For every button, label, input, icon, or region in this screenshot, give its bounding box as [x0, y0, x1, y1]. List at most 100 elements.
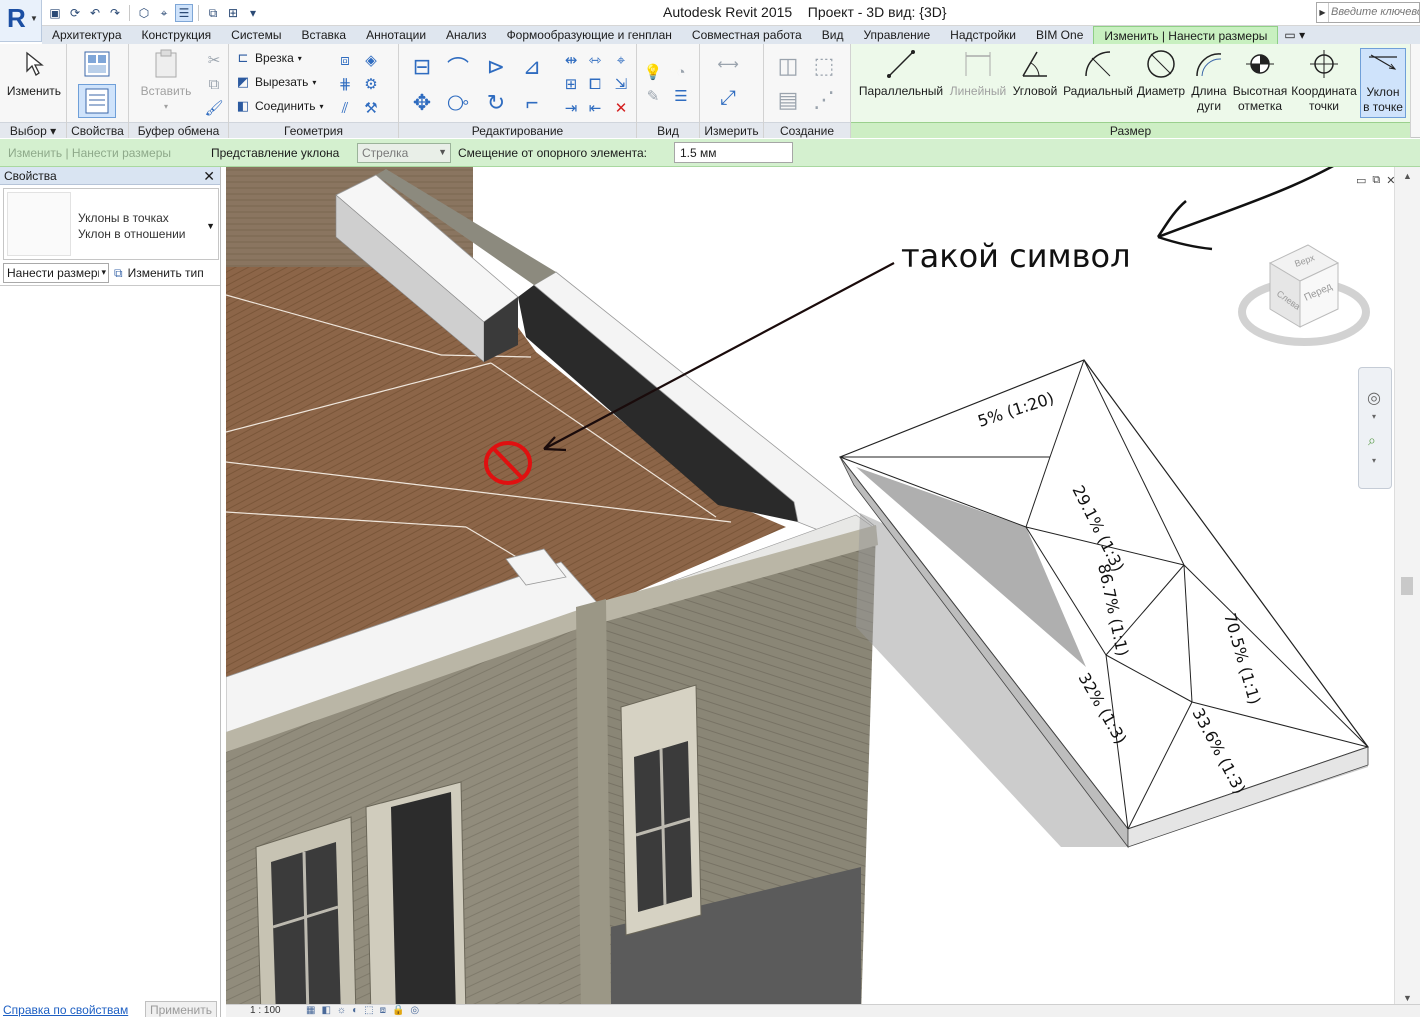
radial-dim-button[interactable]: Радиальный: [1063, 48, 1133, 99]
copy-icon[interactable]: ⧉: [204, 74, 224, 94]
match-properties-icon[interactable]: 🖌: [204, 98, 224, 118]
copy-element-icon[interactable]: ⧂: [443, 88, 473, 118]
paint-icon[interactable]: ◈: [361, 50, 381, 70]
scale-icon[interactable]: ⧠: [585, 74, 605, 94]
mirror-axis-icon[interactable]: ⊳: [481, 52, 511, 82]
redo-icon[interactable]: ↷: [106, 4, 124, 22]
close-hidden-icon[interactable]: ⧉: [204, 4, 222, 22]
tab-annotate[interactable]: Аннотации: [356, 26, 436, 44]
steering-wheel-icon[interactable]: ◎: [1367, 388, 1381, 408]
cope-button[interactable]: ⊏ Врезка ▾: [235, 50, 302, 66]
view-scale[interactable]: 1 : 100: [250, 1005, 281, 1016]
scissors-icon[interactable]: ✂: [204, 50, 224, 70]
thin-lines-icon[interactable]: ☰: [175, 4, 193, 22]
chevron-down-icon[interactable]: ▾: [1372, 412, 1376, 421]
shadows-icon[interactable]: ◐: [352, 1005, 358, 1016]
crop-icon[interactable]: ⧈: [380, 1005, 386, 1016]
measure-between-icon[interactable]: ⟷: [708, 54, 748, 74]
scroll-down-icon[interactable]: ▼: [1403, 993, 1412, 1003]
scroll-up-icon[interactable]: ▲: [1403, 171, 1412, 181]
aligned-dimension-icon[interactable]: ⤢: [708, 87, 748, 109]
join-button[interactable]: ◧ Соединить ▾: [235, 98, 324, 114]
sun-path-icon[interactable]: ☼: [337, 1005, 346, 1016]
properties-button[interactable]: [78, 84, 116, 118]
tab-collaborate[interactable]: Совместная работа: [682, 26, 812, 44]
minimize-icon[interactable]: ▭: [1356, 174, 1366, 187]
create-assembly-icon[interactable]: ⋰: [810, 86, 838, 114]
tab-analyze[interactable]: Анализ: [436, 26, 497, 44]
spot-elevation-button[interactable]: Высотная отметка: [1231, 48, 1289, 114]
type-selector[interactable]: Уклоны в точках Уклон в отношении ▼: [3, 188, 219, 260]
unpin-icon[interactable]: ⌖: [611, 50, 631, 70]
tab-bim-one[interactable]: BIM One: [1026, 26, 1093, 44]
search-input[interactable]: [1331, 4, 1419, 20]
offset-input[interactable]: 1.5 мм: [674, 142, 793, 163]
detail-level-icon[interactable]: ▦: [306, 1005, 315, 1016]
select-panel-title[interactable]: Выбор ▾: [0, 122, 66, 138]
split-face-icon[interactable]: ⋕: [335, 74, 355, 94]
3d-scene[interactable]: 5% (1:20) 29.1% (1:3) 86.7% (1:1) 70.5% …: [226, 167, 1420, 1017]
offset-icon[interactable]: ⌒: [443, 52, 473, 82]
move-icon[interactable]: ✥: [407, 88, 437, 118]
diameter-dim-button[interactable]: Диаметр: [1135, 48, 1187, 99]
close-icon[interactable]: ✕: [203, 167, 215, 185]
delete-icon[interactable]: ✕: [611, 98, 631, 118]
3d-viewport[interactable]: 5% (1:20) 29.1% (1:3) 86.7% (1:1) 70.5% …: [226, 167, 1420, 1017]
application-menu-button[interactable]: R ▼: [0, 0, 42, 42]
scrollbar-thumb[interactable]: [1401, 577, 1413, 595]
viewcube[interactable]: Верх Слева Перед: [1238, 244, 1370, 346]
arc-length-dim-button[interactable]: Длина дуги: [1187, 48, 1231, 114]
zoom-icon[interactable]: ⌕: [1368, 432, 1376, 449]
lock-icon[interactable]: 🔒: [392, 1005, 404, 1016]
align-icon[interactable]: ⊟: [407, 52, 437, 82]
spot-coordinate-button[interactable]: Координата точки: [1291, 48, 1357, 114]
override-graphics-icon[interactable]: ☰: [671, 86, 691, 106]
tab-systems[interactable]: Системы: [221, 26, 291, 44]
sync-icon[interactable]: ⟳: [66, 4, 84, 22]
render-icon[interactable]: ⬚: [364, 1005, 373, 1016]
array-icon[interactable]: ⊞: [561, 74, 581, 94]
aligned-dim-button[interactable]: Параллельный: [855, 48, 947, 99]
tab-manage[interactable]: Управление: [853, 26, 940, 44]
visibility-icon[interactable]: ◔: [671, 62, 691, 82]
measure-icon[interactable]: ⌖: [155, 4, 173, 22]
pin-icon[interactable]: ⇲: [611, 74, 631, 94]
properties-help-link[interactable]: Справка по свойствам: [3, 1003, 128, 1017]
rotate-icon[interactable]: ↻: [481, 88, 511, 118]
vertical-scrollbar[interactable]: ▲ ▼: [1394, 167, 1420, 1017]
hammer-icon[interactable]: ⚒: [361, 98, 381, 118]
expand-arrow-icon[interactable]: ▶: [1317, 3, 1329, 22]
tab-view[interactable]: Вид: [812, 26, 854, 44]
temporary-hide-icon[interactable]: ◎: [410, 1005, 419, 1016]
wall-joins-icon[interactable]: ⧈: [335, 50, 355, 70]
trim-extend-icon[interactable]: ⌐: [517, 88, 547, 118]
demolish-icon[interactable]: ⚙: [361, 74, 381, 94]
visual-style-icon[interactable]: ◧: [321, 1005, 330, 1016]
create-parts-icon[interactable]: ▤: [774, 86, 802, 114]
modify-button[interactable]: Изменить: [4, 48, 64, 99]
chevron-down-icon[interactable]: ▾: [1372, 456, 1376, 465]
ribbon-minimize-icon[interactable]: ▭ ▾: [1278, 26, 1311, 44]
edit-type-button[interactable]: ⧉ Изменить тип: [114, 263, 204, 283]
customize-qat-icon[interactable]: ▾: [244, 4, 262, 22]
linework-icon[interactable]: ✎: [643, 86, 663, 106]
save-icon[interactable]: ▣: [46, 4, 64, 22]
linear-dim-button[interactable]: Линейный: [949, 48, 1007, 99]
paste-button[interactable]: Вставить ▾: [135, 48, 197, 114]
tab-addins[interactable]: Надстройки: [940, 26, 1026, 44]
apply-button[interactable]: Применить: [145, 1001, 217, 1017]
tab-modify-dimension[interactable]: Изменить | Нанести размеры: [1093, 26, 1279, 44]
3d-view-icon[interactable]: ⬡: [135, 4, 153, 22]
trim-icon[interactable]: ⇥: [561, 98, 581, 118]
extend-icon[interactable]: ⇤: [585, 98, 605, 118]
beam-join-icon[interactable]: ⫽: [335, 98, 355, 118]
switch-windows-icon[interactable]: ⊞: [224, 4, 242, 22]
tab-architecture[interactable]: Архитектура: [42, 26, 132, 44]
instance-filter-select[interactable]: Нанести размеры ▾: [3, 263, 109, 283]
restore-icon[interactable]: ⧉: [1372, 174, 1380, 187]
type-properties-button[interactable]: [79, 48, 115, 84]
tab-insert[interactable]: Вставка: [291, 26, 356, 44]
lightbulb-icon[interactable]: 💡: [643, 62, 663, 82]
search-box[interactable]: ▶: [1316, 2, 1420, 23]
create-similar-icon[interactable]: ◫: [774, 52, 802, 80]
